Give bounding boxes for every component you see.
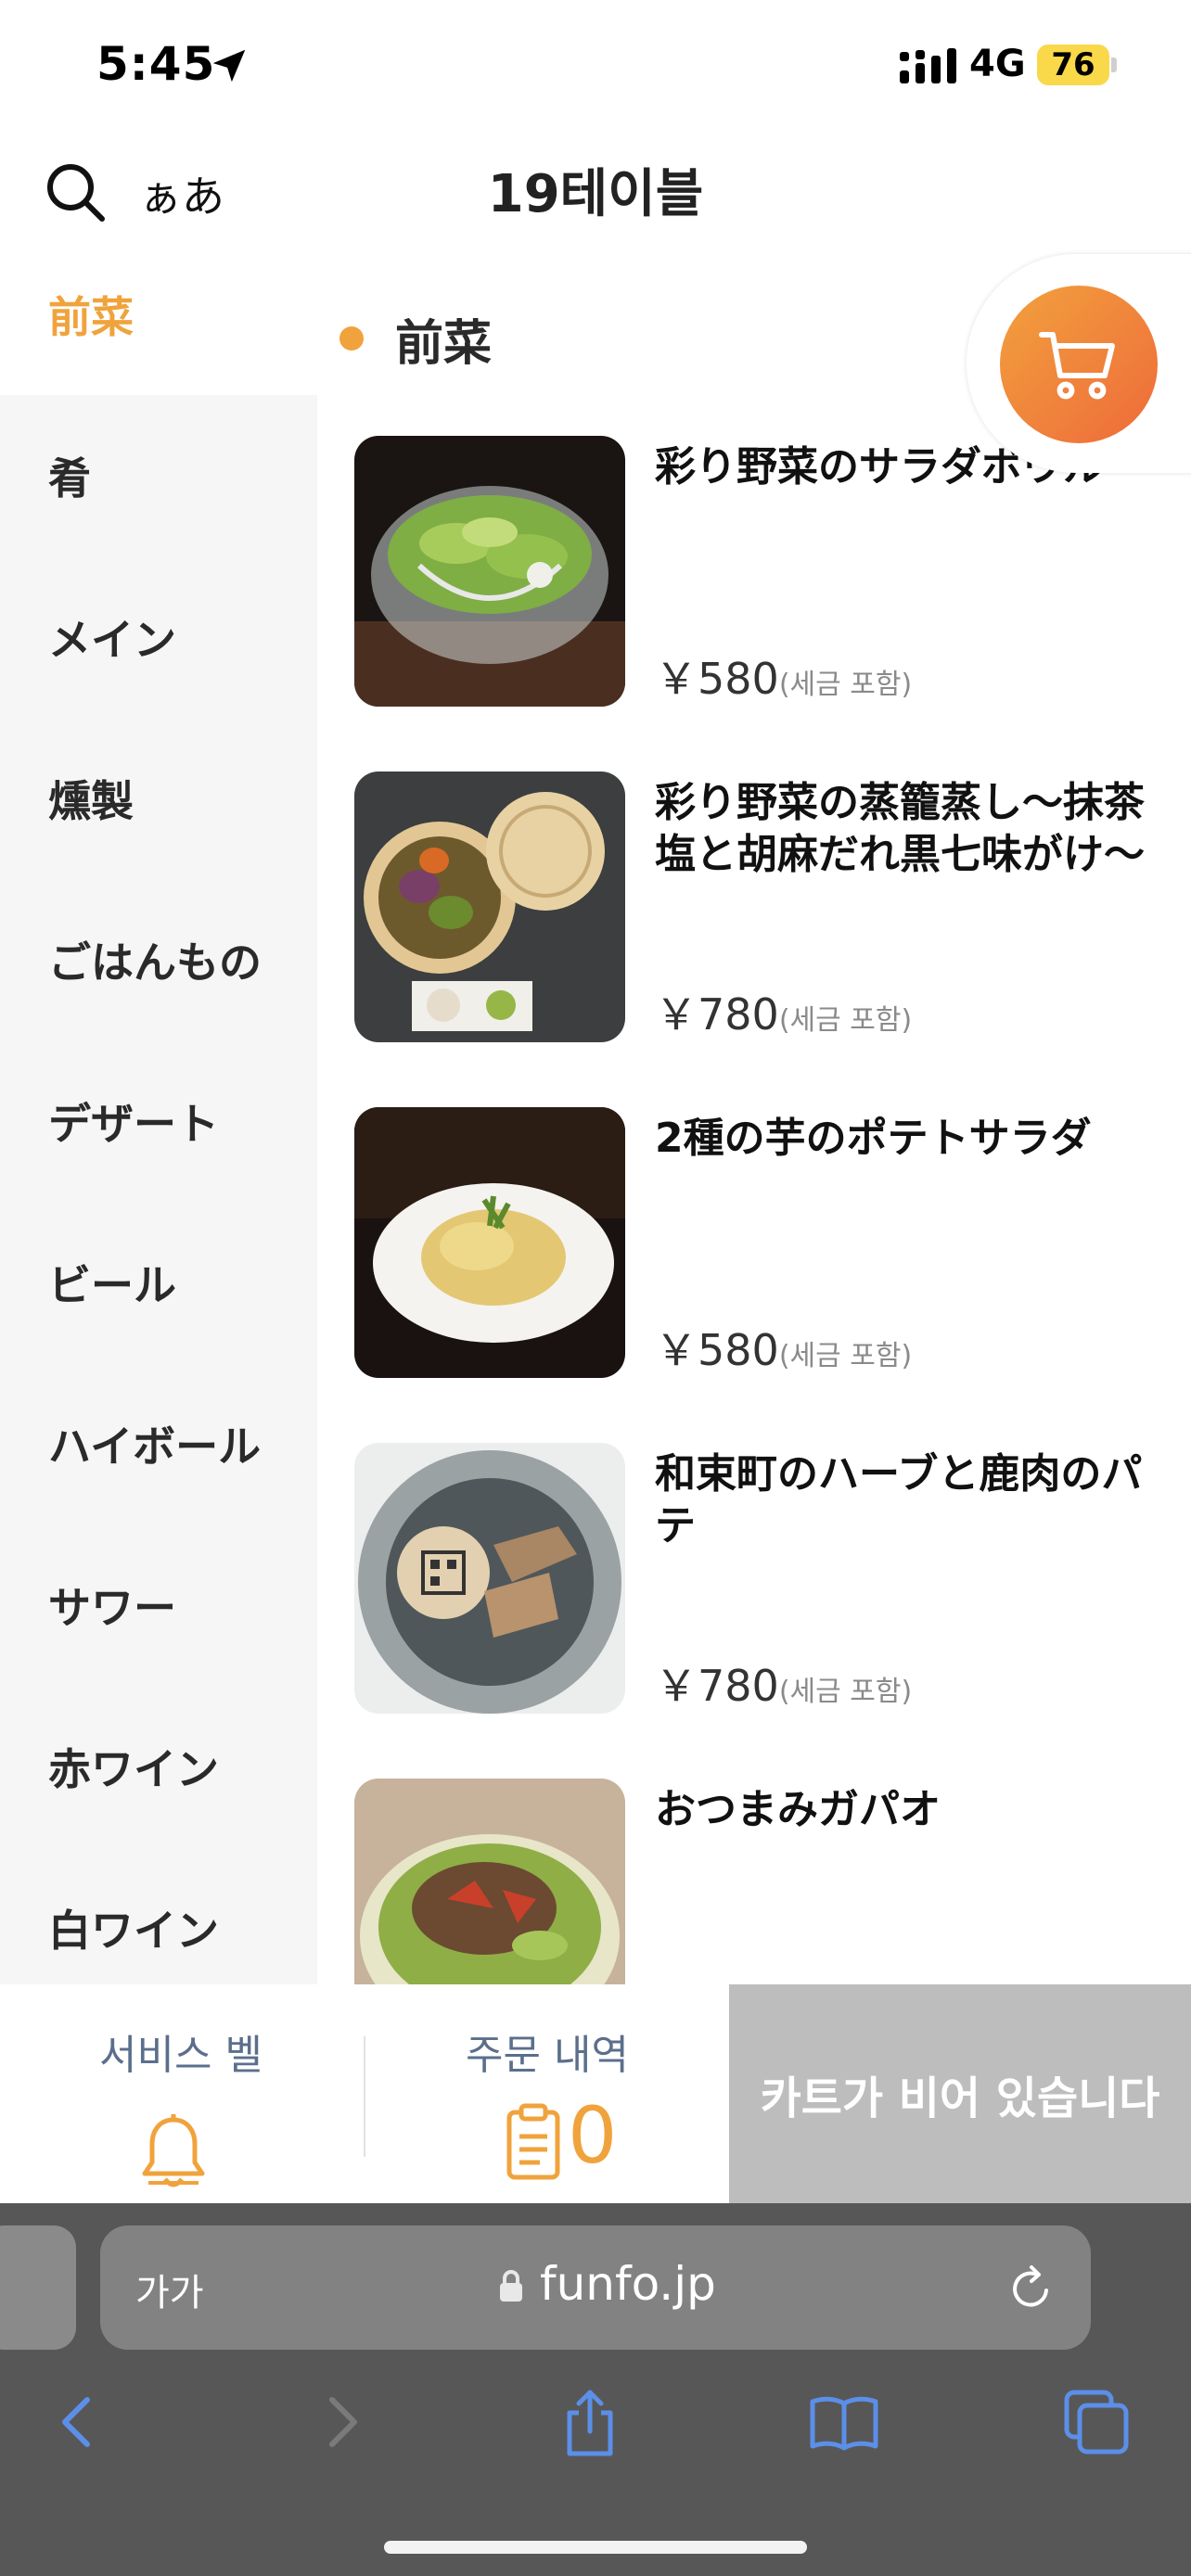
order-history-label: 주문 내역 bbox=[466, 2032, 629, 2079]
status-bar: 5:45 4G 76 bbox=[0, 0, 1191, 130]
menu-item[interactable]: 2種の芋のポテトサラダ ￥580(세금 포함) bbox=[317, 1098, 1191, 1434]
order-count: 0 bbox=[568, 2090, 618, 2181]
category-sidebar: 前菜肴メイン 燻製 ごはんもの デザート ビール ハイボール サワー 赤ワイン 白ワイン bbox=[0, 278, 317, 1984]
sidebar-item[interactable]: メイン bbox=[0, 556, 317, 718]
sidebar-item[interactable]: ハイボール bbox=[0, 1363, 317, 1524]
status-time: 5:45 bbox=[96, 37, 216, 91]
menu-item-tax-note: (세금 포함) bbox=[778, 669, 913, 701]
menu-item-name: 和束町のハーブと鹿肉のパテ bbox=[655, 1450, 1143, 1549]
menu-item-name: 彩り野菜の蒸籠蒸し〜抹茶塩と胡麻だれ黒七味がけ〜 bbox=[655, 779, 1145, 878]
order-history-button[interactable]: 주문 내역 0 bbox=[365, 1984, 729, 2203]
clipboard-icon bbox=[506, 2103, 560, 2180]
reload-icon[interactable] bbox=[1005, 2263, 1057, 2315]
lock-icon bbox=[500, 2270, 522, 2302]
location-arrow-icon bbox=[212, 49, 246, 83]
menu-item[interactable]: 彩り野菜の蒸籠蒸し〜抹茶塩と胡麻だれ黒七味がけ〜 ￥780(세금 포함) bbox=[317, 762, 1191, 1098]
sidebar-item[interactable]: 赤ワイン bbox=[0, 1686, 317, 1847]
service-bell-label: 서비스 벨 bbox=[99, 2032, 263, 2079]
sidebar-item[interactable]: 前菜 bbox=[0, 278, 317, 395]
menu-item-price-row: ￥580(세금 포함) bbox=[655, 1317, 912, 1378]
battery-indicator: 76 bbox=[1037, 45, 1109, 85]
menu-list: 彩り野菜のサラダボウル ￥580(세금 포함) 彩り野菜の蒸籠蒸し〜抹茶塩と胡麻だれ… bbox=[317, 427, 1191, 1984]
service-bell-button[interactable]: 서비스 벨 bbox=[0, 1984, 362, 2203]
menu-item-price: ￥580 bbox=[655, 654, 779, 704]
address-bar[interactable]: 가가 funfo.jp bbox=[100, 2225, 1091, 2350]
menu-item-price: ￥580 bbox=[655, 1325, 779, 1375]
sidebar-item[interactable]: 白ワイン bbox=[0, 1847, 317, 1984]
checkout-button[interactable]: 카트가 비어 있습니다 bbox=[729, 1984, 1191, 2203]
browser-toolbar: 가가 funfo.jp bbox=[0, 2203, 1191, 2576]
sidebar-item[interactable]: 肴 bbox=[0, 395, 317, 556]
sidebar-item[interactable]: サワー bbox=[0, 1524, 317, 1686]
section-dot bbox=[339, 326, 364, 351]
menu-item-name: 2種の芋のポテトサラダ bbox=[655, 1115, 1092, 1162]
menu-item-price-row: ￥580(세금 포함) bbox=[655, 645, 912, 707]
signal-icon bbox=[900, 48, 956, 83]
menu-item-image[interactable] bbox=[354, 436, 625, 707]
menu-item-price-row: ￥780(세금 포함) bbox=[655, 981, 912, 1042]
menu-item-image[interactable] bbox=[354, 1107, 625, 1378]
share-icon[interactable] bbox=[553, 2385, 627, 2459]
tabs-icon[interactable] bbox=[1059, 2385, 1133, 2459]
menu-item[interactable]: 和束町のハーブと鹿肉のパテ ￥780(세금 포함) bbox=[317, 1434, 1191, 1769]
url-text: funfo.jp bbox=[540, 2257, 716, 2311]
sidebar-item[interactable]: 燻製 bbox=[0, 718, 317, 879]
menu-item-image[interactable] bbox=[354, 772, 625, 1042]
section-title: 前菜 bbox=[395, 316, 493, 372]
header: ぁあ 19테이블 bbox=[0, 130, 1191, 250]
cart-icon bbox=[1039, 332, 1115, 400]
text-size-button[interactable]: 가가 bbox=[135, 2263, 204, 2316]
menu-item-tax-note: (세금 포함) bbox=[778, 1676, 913, 1708]
forward-icon[interactable] bbox=[302, 2385, 377, 2459]
menu-item-tax-note: (세금 포함) bbox=[778, 1004, 913, 1037]
sidebar-item[interactable]: ビール bbox=[0, 1202, 317, 1363]
menu-item-image[interactable] bbox=[354, 1443, 625, 1714]
bookmarks-icon[interactable] bbox=[807, 2385, 881, 2459]
battery-tip bbox=[1111, 57, 1117, 72]
menu-item-price: ￥780 bbox=[655, 1661, 779, 1711]
sidebar-item[interactable]: デザート bbox=[0, 1040, 317, 1202]
previous-tab-preview[interactable] bbox=[0, 2225, 76, 2350]
menu-item-tax-note: (세금 포함) bbox=[778, 1340, 913, 1372]
bell-icon bbox=[142, 2114, 205, 2187]
menu-item-name: おつまみガパオ bbox=[655, 1786, 941, 1833]
menu-item-image[interactable] bbox=[354, 1779, 625, 1984]
home-indicator bbox=[384, 2541, 807, 2554]
menu-item[interactable]: 彩り野菜のサラダボウル ￥580(세금 포함) bbox=[317, 427, 1191, 762]
menu-item[interactable]: おつまみガパオ bbox=[317, 1769, 1191, 1984]
network-type: 4G bbox=[969, 43, 1026, 85]
page-title: 19테이블 bbox=[487, 164, 704, 224]
back-icon[interactable] bbox=[43, 2385, 117, 2459]
action-bar: 서비스 벨 주문 내역 0 카트가 비어 있습니다 bbox=[0, 1984, 1191, 2203]
cart-button[interactable] bbox=[1000, 286, 1158, 443]
menu-item-price: ￥780 bbox=[655, 989, 779, 1039]
sidebar-item[interactable]: ごはんもの bbox=[0, 879, 317, 1040]
menu-item-price-row: ￥780(세금 포함) bbox=[655, 1652, 912, 1714]
